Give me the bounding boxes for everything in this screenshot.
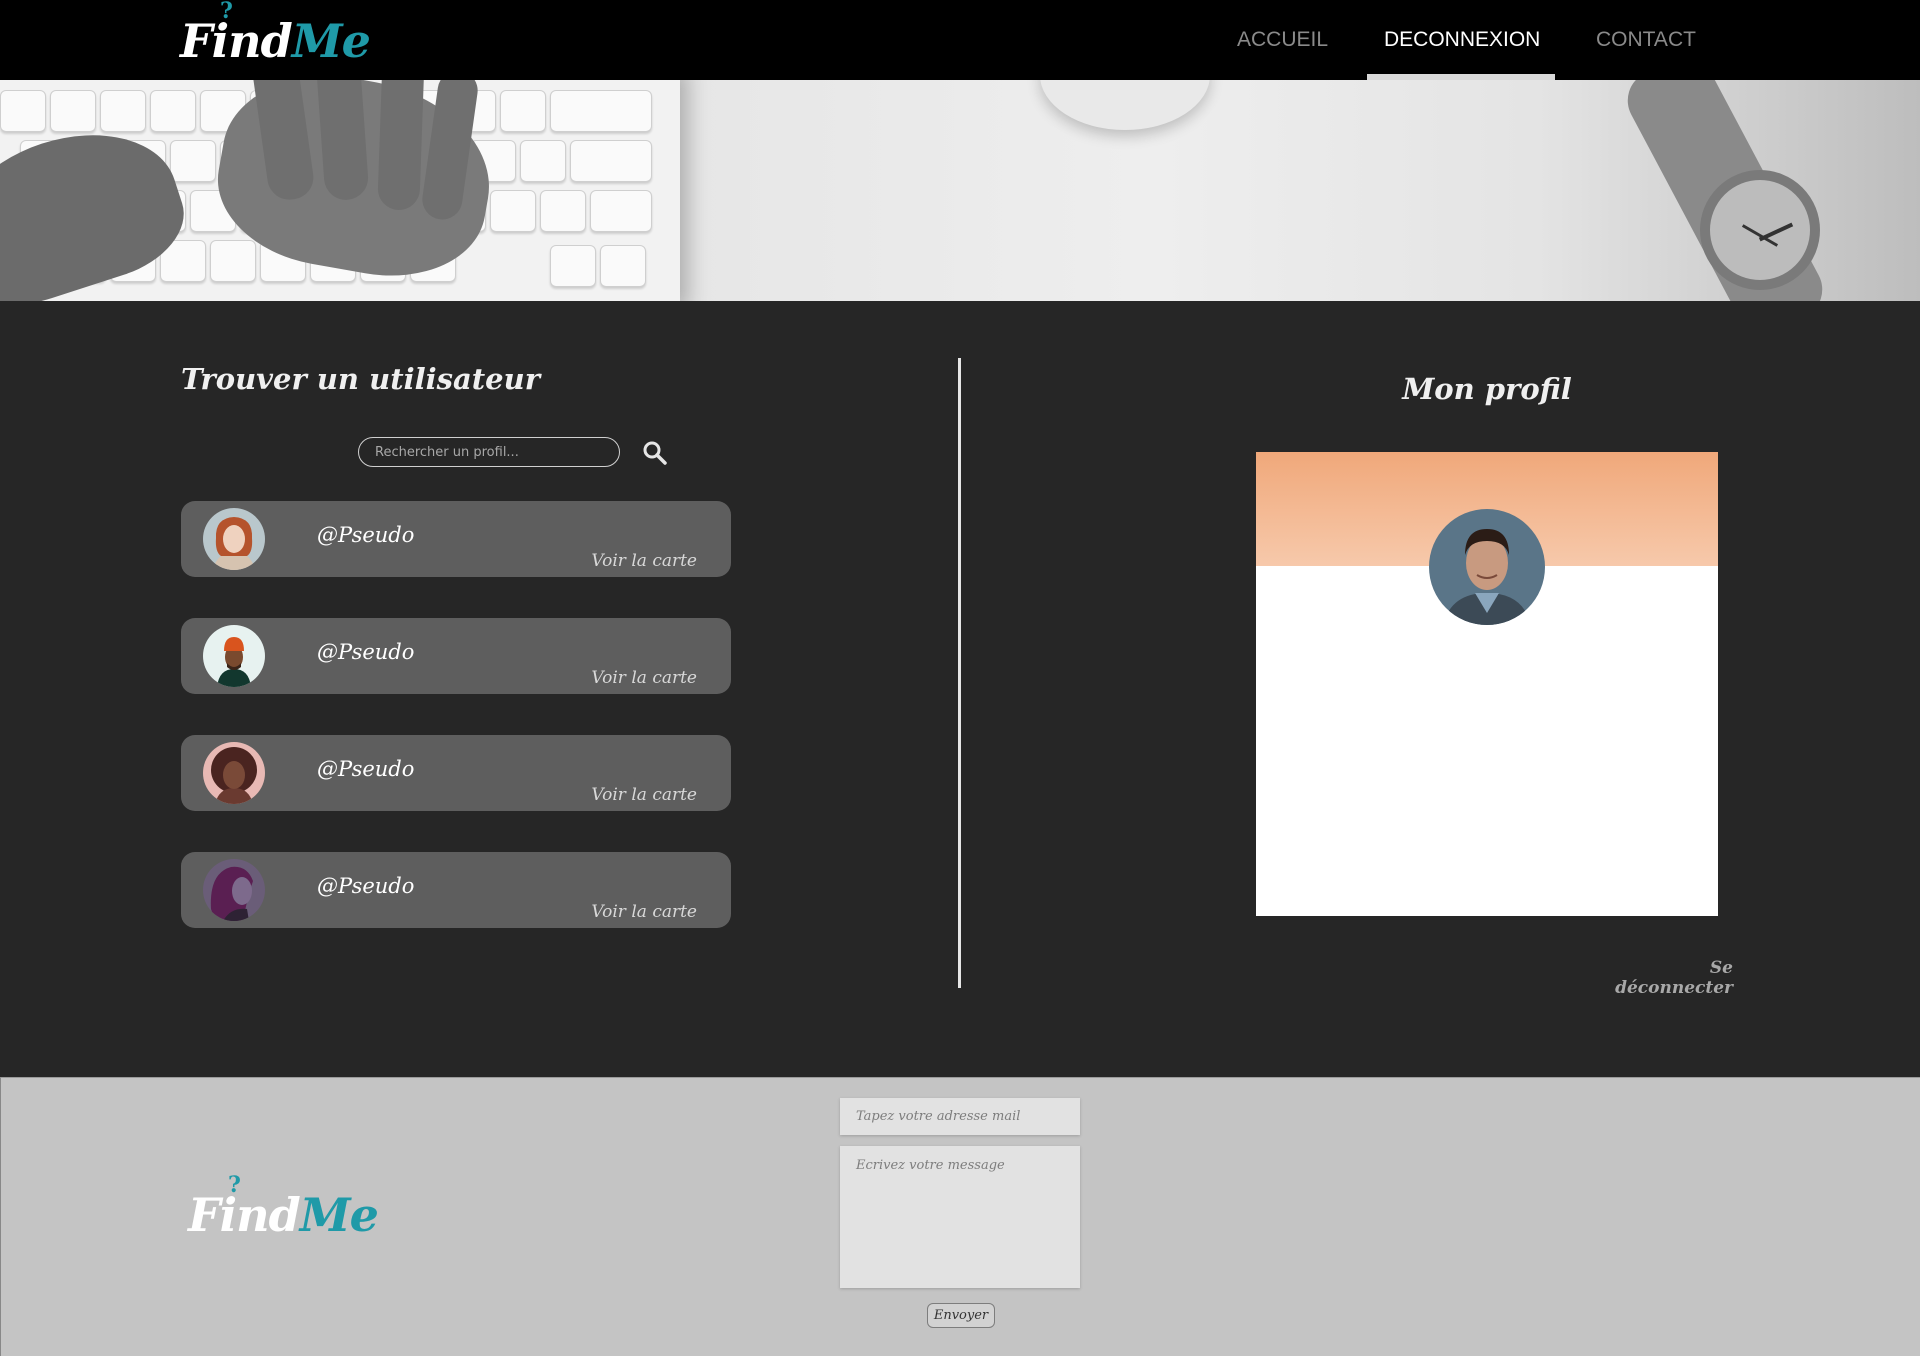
question-mark-icon: ?: [220, 0, 233, 24]
user-card[interactable]: @Pseudo Voir la carte: [181, 735, 731, 811]
nav-link-accueil[interactable]: ACCUEIL: [1237, 28, 1328, 52]
view-card-link[interactable]: Voir la carte: [591, 668, 697, 688]
view-card-link[interactable]: Voir la carte: [591, 902, 697, 922]
keyboard-image: [0, 80, 680, 301]
nav-link-deconnexion[interactable]: DECONNEXION: [1384, 28, 1540, 52]
top-navbar: FindMe ? ACCUEIL DECONNEXION CONTACT: [0, 0, 1920, 80]
hero-banner: [0, 80, 1920, 301]
message-field[interactable]: [840, 1146, 1080, 1288]
column-divider: [958, 358, 961, 988]
user-pseudo: @Pseudo: [317, 640, 415, 664]
brand-logo[interactable]: FindMe ?: [180, 0, 371, 68]
user-pseudo: @Pseudo: [317, 874, 415, 898]
email-field[interactable]: [840, 1098, 1080, 1135]
user-pseudo: @Pseudo: [317, 523, 415, 547]
user-pseudo: @Pseudo: [317, 757, 415, 781]
find-user-title: Trouver un utilisateur: [181, 362, 540, 396]
profile-card: [1256, 452, 1718, 916]
footer-logo[interactable]: FindMe ?: [188, 1172, 379, 1242]
logout-link[interactable]: Se déconnecter: [1600, 958, 1733, 998]
view-card-link[interactable]: Voir la carte: [591, 785, 697, 805]
avatar: [1429, 509, 1545, 625]
search-icon[interactable]: [642, 440, 668, 466]
send-button[interactable]: Envoyer: [927, 1303, 995, 1328]
user-card[interactable]: @Pseudo Voir la carte: [181, 618, 731, 694]
my-profile-title: Mon profil: [1402, 372, 1572, 406]
profile-search-input[interactable]: [358, 437, 620, 467]
user-card[interactable]: @Pseudo Voir la carte: [181, 501, 731, 577]
avatar: [203, 742, 265, 804]
footer: FindMe ? Envoyer: [0, 1077, 1920, 1356]
question-mark-icon: ?: [228, 1172, 241, 1198]
avatar: [203, 859, 265, 921]
avatar: [203, 625, 265, 687]
view-card-link[interactable]: Voir la carte: [591, 551, 697, 571]
watch-icon: [1700, 170, 1820, 290]
nav-link-contact[interactable]: CONTACT: [1596, 28, 1696, 52]
avatar: [203, 508, 265, 570]
mouse-image: [1040, 80, 1210, 130]
user-card[interactable]: @Pseudo Voir la carte: [181, 852, 731, 928]
